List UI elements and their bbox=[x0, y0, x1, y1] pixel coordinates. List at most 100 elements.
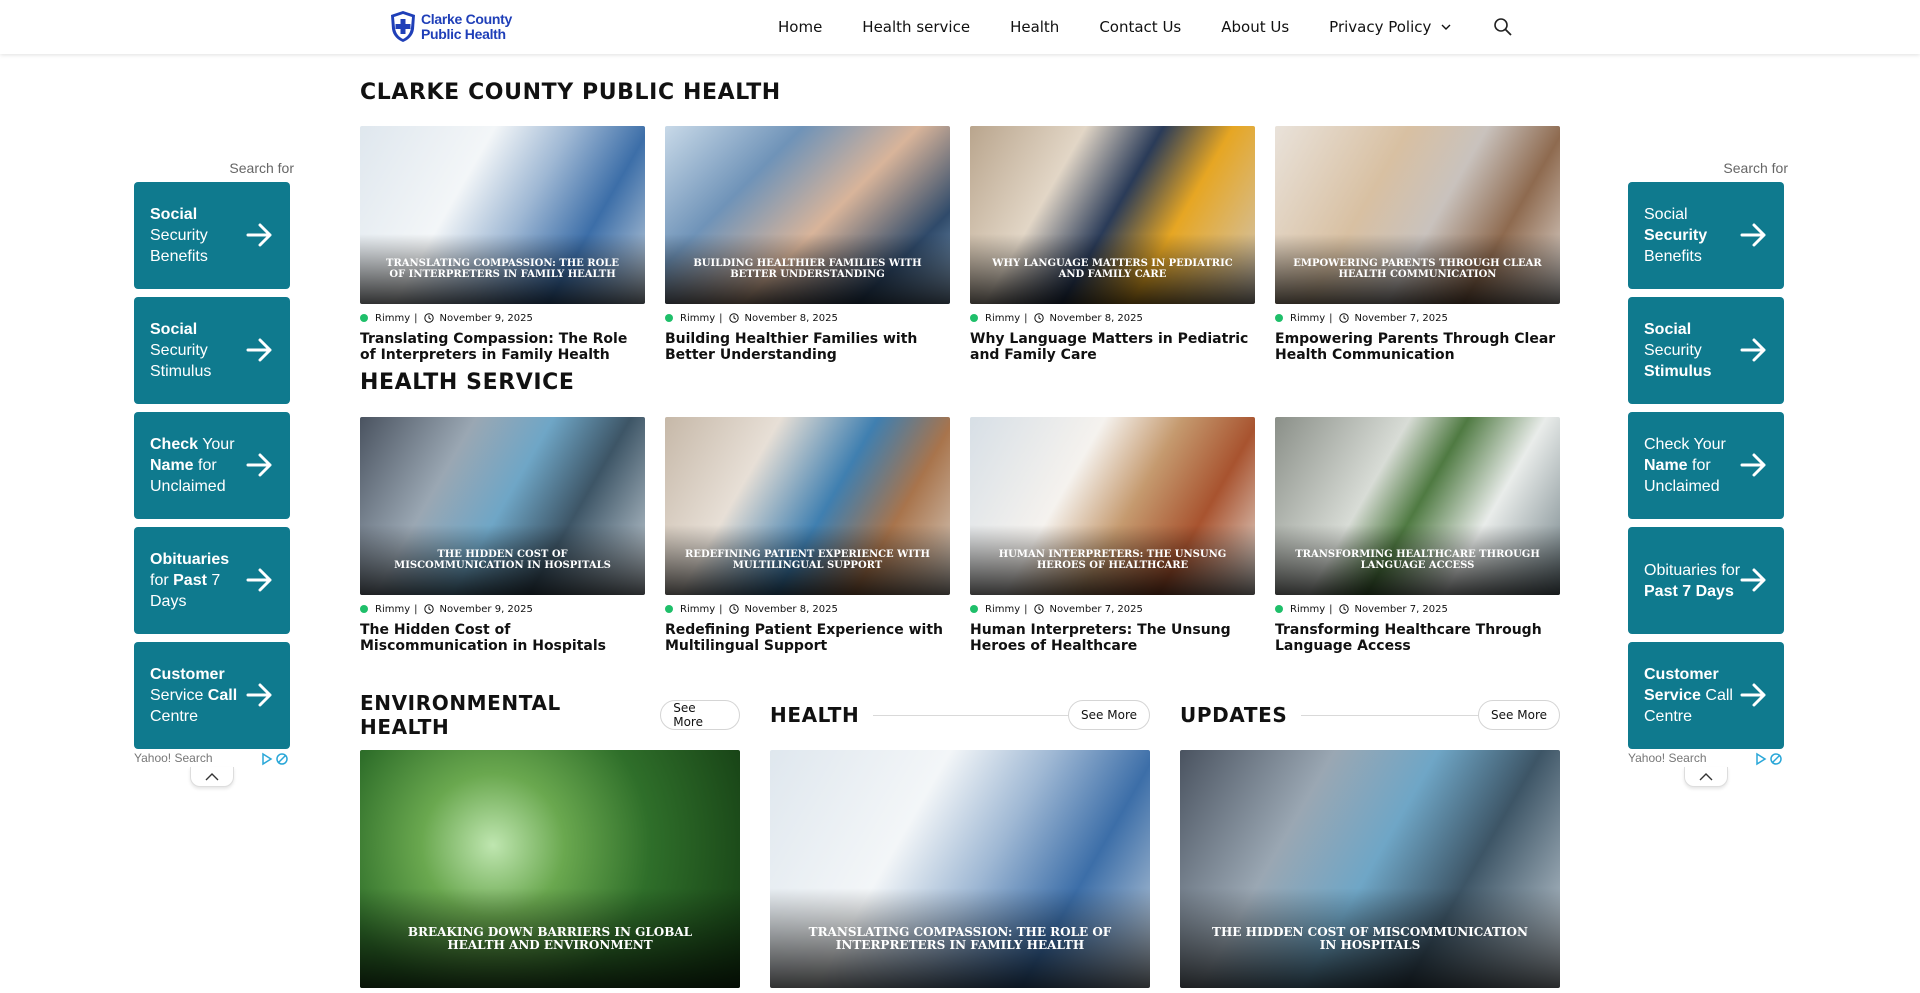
article-date[interactable]: November 7, 2025 bbox=[1050, 604, 1143, 615]
ad-tile-text: Social Security Stimulus bbox=[150, 321, 212, 380]
ad-tile[interactable]: Social Security Benefits bbox=[134, 182, 290, 289]
article-title[interactable]: Translating Compassion: The Role of Inte… bbox=[360, 331, 645, 363]
article-author[interactable]: Rimmy bbox=[375, 604, 410, 615]
section-title-public-health: CLARKE COUNTY PUBLIC HEALTH bbox=[360, 80, 781, 105]
article-date[interactable]: November 9, 2025 bbox=[440, 313, 533, 324]
article-date[interactable]: November 9, 2025 bbox=[440, 604, 533, 615]
article-author[interactable]: Rimmy bbox=[1290, 313, 1325, 324]
meta-separator: | bbox=[719, 312, 723, 324]
column-header: HEALTH See More bbox=[770, 698, 1150, 732]
ad-tile[interactable]: Social Security Benefits bbox=[1628, 182, 1784, 289]
article-image[interactable]: HUMAN INTERPRETERS: THE UNSUNG HEROES OF… bbox=[970, 417, 1255, 595]
nav-contact-us[interactable]: Contact Us bbox=[1099, 18, 1181, 36]
clock-icon bbox=[1338, 604, 1349, 614]
ad-tile[interactable]: Social Security Stimulus bbox=[134, 297, 290, 404]
clock-icon bbox=[1033, 604, 1044, 614]
health-service-grid: THE HIDDEN COST OF MISCOMMUNICATION IN H… bbox=[360, 417, 1560, 654]
ad-footer: Yahoo! Search bbox=[134, 751, 290, 787]
article-meta: Rimmy | November 8, 2025 bbox=[665, 602, 950, 616]
column-feature-image[interactable]: BREAKING DOWN BARRIERS IN GLOBAL HEALTH … bbox=[360, 750, 740, 988]
ad-tile[interactable]: Social Security Stimulus bbox=[1628, 297, 1784, 404]
nav-about-us[interactable]: About Us bbox=[1221, 18, 1289, 36]
arrow-right-icon bbox=[246, 453, 272, 477]
article-image[interactable]: TRANSLATING COMPASSION: THE ROLE OF INTE… bbox=[360, 126, 645, 304]
nav-health[interactable]: Health bbox=[1010, 18, 1059, 36]
public-health-grid: TRANSLATING COMPASSION: THE ROLE OF INTE… bbox=[360, 126, 1560, 363]
article-author[interactable]: Rimmy bbox=[375, 313, 410, 324]
column-feature-image[interactable]: THE HIDDEN COST OF MISCOMMUNICATION IN H… bbox=[1180, 750, 1560, 988]
article-date[interactable]: November 7, 2025 bbox=[1355, 313, 1448, 324]
nav-health-service[interactable]: Health service bbox=[862, 18, 970, 36]
article-image[interactable]: REDEFINING PATIENT EXPERIENCE WITH MULTI… bbox=[665, 417, 950, 595]
article-author[interactable]: Rimmy bbox=[680, 313, 715, 324]
adchoices-icon[interactable] bbox=[1754, 752, 1784, 766]
article-image-caption: EMPOWERING PARENTS THROUGH CLEAR HEALTH … bbox=[1293, 258, 1542, 280]
nav-privacy-policy[interactable]: Privacy Policy bbox=[1329, 18, 1451, 36]
ad-tile[interactable]: Customer Service Call Centre bbox=[134, 642, 290, 749]
article-meta: Rimmy | November 8, 2025 bbox=[970, 311, 1255, 325]
article-author[interactable]: Rimmy bbox=[1290, 604, 1325, 615]
ad-collapse-button[interactable] bbox=[1684, 767, 1728, 787]
article-card[interactable]: HUMAN INTERPRETERS: THE UNSUNG HEROES OF… bbox=[970, 417, 1255, 654]
article-image[interactable]: TRANSFORMING HEALTHCARE THROUGH LANGUAGE… bbox=[1275, 417, 1560, 595]
article-title[interactable]: Why Language Matters in Pediatric and Fa… bbox=[970, 331, 1255, 363]
see-more-button[interactable]: See More bbox=[1068, 700, 1150, 730]
article-date[interactable]: November 8, 2025 bbox=[1050, 313, 1143, 324]
ad-tile[interactable]: Customer Service Call Centre bbox=[1628, 642, 1784, 749]
arrow-right-icon bbox=[1740, 568, 1766, 592]
article-title[interactable]: Empowering Parents Through Clear Health … bbox=[1275, 331, 1560, 363]
shield-logo-icon bbox=[391, 11, 415, 42]
article-author[interactable]: Rimmy bbox=[985, 313, 1020, 324]
clock-icon bbox=[1033, 313, 1044, 323]
article-card[interactable]: REDEFINING PATIENT EXPERIENCE WITH MULTI… bbox=[665, 417, 950, 654]
nav-home[interactable]: Home bbox=[778, 18, 822, 36]
article-meta: Rimmy | November 7, 2025 bbox=[1275, 602, 1560, 616]
article-date[interactable]: November 7, 2025 bbox=[1355, 604, 1448, 615]
ad-tile-text: Customer Service Call Centre bbox=[1644, 666, 1733, 725]
chevron-down-icon bbox=[1441, 24, 1451, 30]
column-header: UPDATES See More bbox=[1180, 698, 1560, 732]
column-health: HEALTH See More TRANSLATING COMPASSION: … bbox=[770, 698, 1150, 988]
article-card[interactable]: EMPOWERING PARENTS THROUGH CLEAR HEALTH … bbox=[1275, 126, 1560, 363]
ad-tile[interactable]: Check Your Name for Unclaimed bbox=[134, 412, 290, 519]
article-image[interactable]: WHY LANGUAGE MATTERS IN PEDIATRIC AND FA… bbox=[970, 126, 1255, 304]
article-title[interactable]: Human Interpreters: The Unsung Heroes of… bbox=[970, 622, 1255, 654]
article-title[interactable]: Transforming Healthcare Through Language… bbox=[1275, 622, 1560, 654]
article-date[interactable]: November 8, 2025 bbox=[745, 604, 838, 615]
article-card[interactable]: THE HIDDEN COST OF MISCOMMUNICATION IN H… bbox=[360, 417, 645, 654]
site-logo[interactable]: Clarke County Public Health bbox=[389, 10, 512, 43]
article-image-caption: TRANSLATING COMPASSION: THE ROLE OF INTE… bbox=[386, 258, 619, 280]
article-meta: Rimmy | November 8, 2025 bbox=[665, 311, 950, 325]
article-author[interactable]: Rimmy bbox=[680, 604, 715, 615]
article-card[interactable]: TRANSLATING COMPASSION: THE ROLE OF INTE… bbox=[360, 126, 645, 363]
article-image-caption: BUILDING HEALTHIER FAMILIES WITH BETTER … bbox=[693, 258, 922, 280]
article-image[interactable]: BUILDING HEALTHIER FAMILIES WITH BETTER … bbox=[665, 126, 950, 304]
article-author[interactable]: Rimmy bbox=[985, 604, 1020, 615]
article-title[interactable]: Building Healthier Families with Better … bbox=[665, 331, 950, 363]
arrow-right-icon bbox=[1740, 338, 1766, 362]
see-more-button[interactable]: See More bbox=[660, 700, 740, 730]
article-title[interactable]: The Hidden Cost of Miscommunication in H… bbox=[360, 622, 645, 654]
article-card[interactable]: BUILDING HEALTHIER FAMILIES WITH BETTER … bbox=[665, 126, 950, 363]
article-date[interactable]: November 8, 2025 bbox=[745, 313, 838, 324]
column-feature-image[interactable]: TRANSLATING COMPASSION: THE ROLE OF INTE… bbox=[770, 750, 1150, 988]
arrow-right-icon bbox=[1740, 683, 1766, 707]
search-icon[interactable] bbox=[1493, 17, 1513, 37]
article-card[interactable]: WHY LANGUAGE MATTERS IN PEDIATRIC AND FA… bbox=[970, 126, 1255, 363]
article-image[interactable]: THE HIDDEN COST OF MISCOMMUNICATION IN H… bbox=[360, 417, 645, 595]
ad-tile[interactable]: Check Your Name for Unclaimed bbox=[1628, 412, 1784, 519]
clock-icon bbox=[728, 313, 739, 323]
article-image[interactable]: EMPOWERING PARENTS THROUGH CLEAR HEALTH … bbox=[1275, 126, 1560, 304]
ad-tile-text: Check Your Name for Unclaimed bbox=[150, 436, 235, 495]
ad-tile[interactable]: Obituaries for Past 7 Days bbox=[1628, 527, 1784, 634]
ad-tile[interactable]: Obituaries for Past 7 Days bbox=[134, 527, 290, 634]
author-dot-icon bbox=[665, 605, 673, 613]
article-title[interactable]: Redefining Patient Experience with Multi… bbox=[665, 622, 950, 654]
ad-collapse-button[interactable] bbox=[190, 767, 234, 787]
arrow-right-icon bbox=[1740, 453, 1766, 477]
adchoices-icon[interactable] bbox=[260, 752, 290, 766]
article-card[interactable]: TRANSFORMING HEALTHCARE THROUGH LANGUAGE… bbox=[1275, 417, 1560, 654]
meta-separator: | bbox=[719, 603, 723, 615]
article-meta: Rimmy | November 7, 2025 bbox=[1275, 311, 1560, 325]
see-more-button[interactable]: See More bbox=[1478, 700, 1560, 730]
